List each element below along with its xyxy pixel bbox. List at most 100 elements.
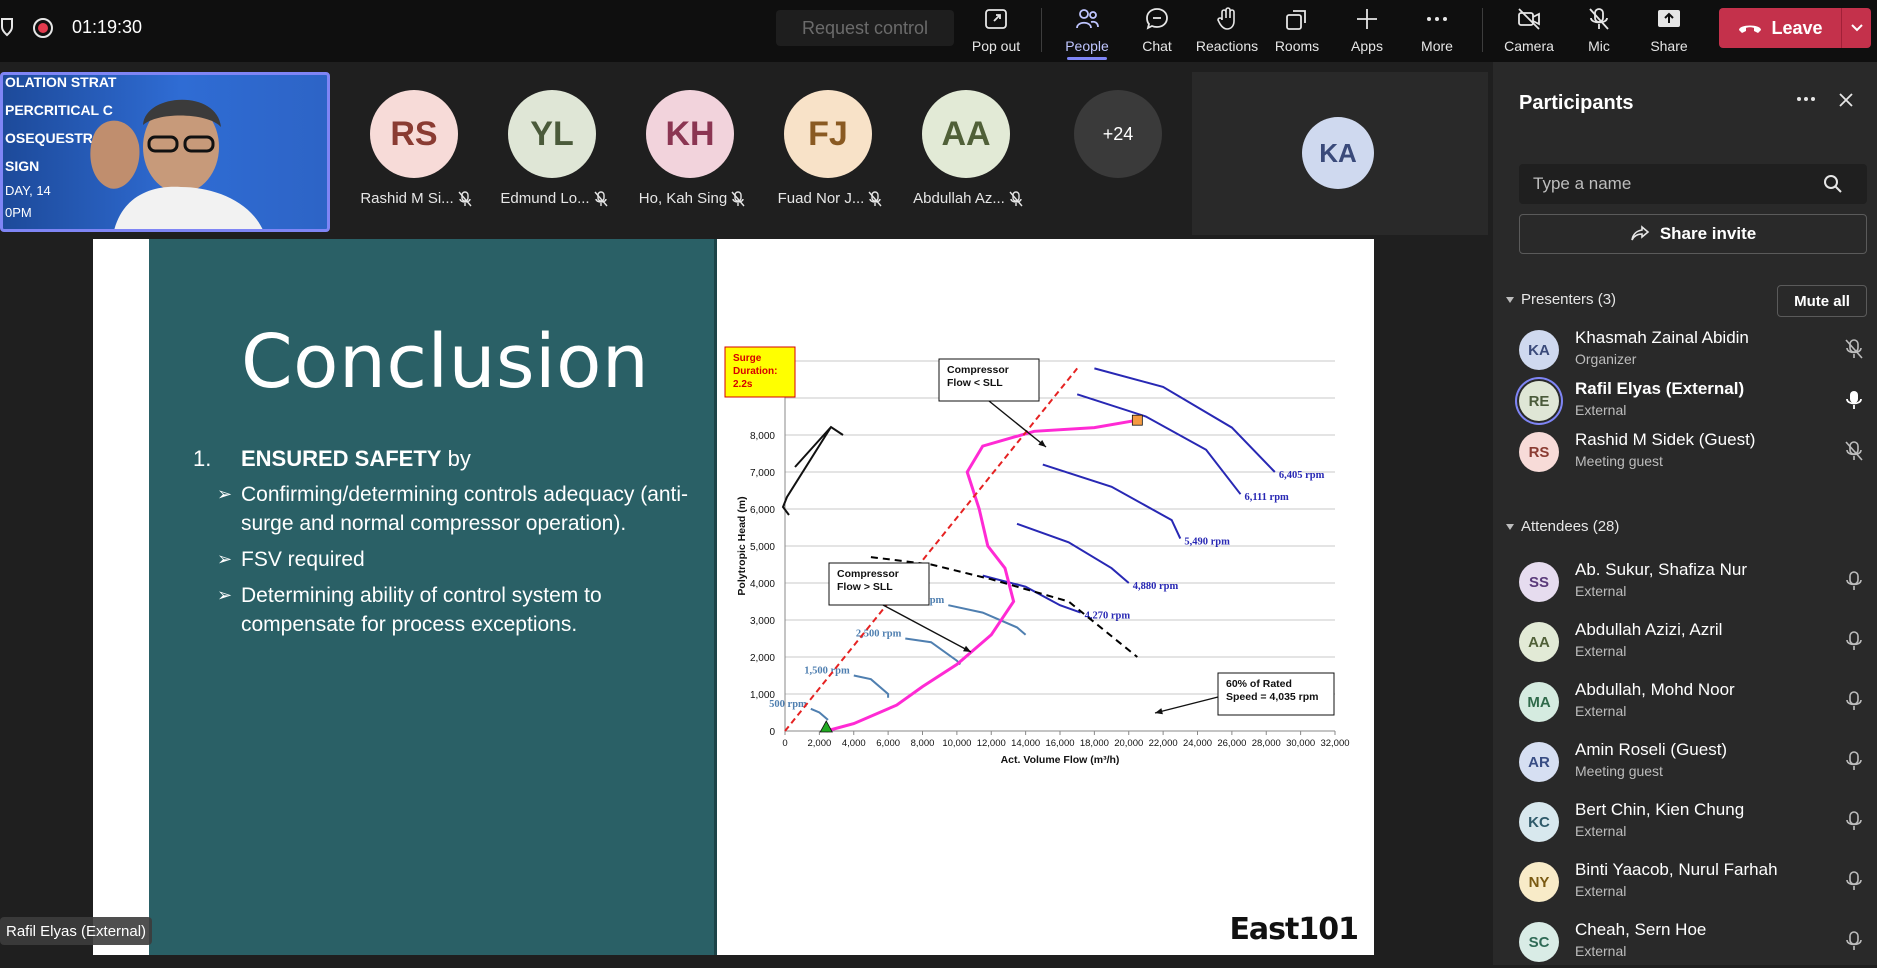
leave-button[interactable]: Leave [1719, 8, 1871, 48]
gallery-tile[interactable]: AA Abdullah Az... [906, 90, 1026, 207]
gallery-tile[interactable]: RS Rashid M Si... [354, 90, 474, 207]
chat-button[interactable]: Chat [1123, 4, 1191, 58]
more-label: More [1421, 38, 1453, 54]
speaker-video[interactable]: OLATION STRAT PERCRITICAL C OSEQUESTRAT … [0, 72, 330, 232]
participant-role: Organizer [1575, 351, 1637, 367]
request-control-button[interactable]: Request control [776, 10, 954, 46]
people-button[interactable]: People [1053, 4, 1121, 60]
speed-curve-label: 500 rpm [769, 699, 807, 710]
camera-button[interactable]: Camera [1495, 4, 1563, 58]
speed-curve [982, 574, 1081, 614]
caret-down-icon [1506, 523, 1514, 530]
people-label: People [1065, 38, 1109, 54]
more-options-icon[interactable] [1796, 96, 1816, 102]
svg-text:SIGN: SIGN [5, 158, 39, 174]
toolbar-divider [1482, 8, 1483, 52]
annotation-arrow [1154, 696, 1219, 714]
share-invite-button[interactable]: Share invite [1519, 214, 1867, 254]
reactions-button[interactable]: Reactions [1193, 4, 1261, 58]
mic-off-icon[interactable] [1843, 338, 1865, 360]
slide-title: Conclusion [241, 319, 650, 405]
mic-icon[interactable] [1843, 389, 1865, 411]
participant-name: Abdullah, Mohd Noor [1575, 680, 1735, 699]
mic-disabled-icon[interactable] [1843, 690, 1865, 712]
participant-row[interactable]: AR Amin Roseli (Guest) Meeting guest [1519, 738, 1869, 788]
mic-disabled-icon[interactable] [1843, 810, 1865, 832]
leave-options-dropdown[interactable] [1842, 23, 1871, 33]
more-button[interactable]: More [1403, 4, 1471, 58]
participant-row[interactable]: MA Abdullah, Mohd Noor External [1519, 678, 1869, 728]
avatar: NY [1519, 862, 1559, 902]
mic-disabled-icon[interactable] [1843, 750, 1865, 772]
share-label: Share [1650, 38, 1688, 54]
avatar: KC [1519, 802, 1559, 842]
annotation-text: Flow > SLL [837, 581, 893, 593]
participant-row[interactable]: KC Bert Chin, Kien Chung External [1519, 798, 1869, 848]
phone-hangup-icon [1739, 25, 1762, 33]
east101-logo: East101 [1229, 912, 1359, 947]
shield-icon [0, 17, 14, 37]
avatar: MA [1519, 682, 1559, 722]
participants-panel: Participants Share invite Presenters (3)… [1493, 62, 1877, 965]
y-tick-label: 4,000 [750, 579, 775, 590]
mic-button[interactable]: Mic [1565, 4, 1633, 58]
x-tick-label: 26,000 [1217, 738, 1246, 749]
people-icon [1076, 9, 1099, 29]
caret-down-icon [1506, 296, 1514, 303]
avatar: KA [1519, 330, 1559, 370]
slide-subitem: FSV required [217, 545, 713, 574]
participant-row[interactable]: RE Rafil Elyas (External) External [1519, 377, 1869, 427]
speaker-tile-ka[interactable]: KA [1192, 72, 1488, 235]
camera-label: Camera [1504, 38, 1554, 54]
participant-role: External [1575, 823, 1627, 839]
mic-off-icon[interactable] [1843, 440, 1865, 462]
gallery-tile[interactable]: KH Ho, Kah Sing [630, 90, 750, 207]
presenters-section-header[interactable]: Presenters (3) [1505, 291, 1616, 308]
plus-icon [1357, 9, 1377, 29]
speed-curve-label: 4,880 rpm [1133, 581, 1179, 592]
avatar: SS [1519, 562, 1559, 602]
mic-off-icon [1009, 190, 1023, 206]
mic-disabled-icon[interactable] [1843, 870, 1865, 892]
attendees-section-header[interactable]: Attendees (28) [1505, 518, 1619, 535]
search-icon[interactable] [1823, 174, 1843, 194]
participant-role: External [1575, 583, 1627, 599]
mic-disabled-icon[interactable] [1843, 630, 1865, 652]
annotation-text: Compressor [947, 364, 1009, 376]
x-tick-label: 32,000 [1320, 738, 1349, 749]
participant-row[interactable]: SC Cheah, Sern Hoe External [1519, 918, 1869, 968]
mic-disabled-icon[interactable] [1843, 570, 1865, 592]
avatar: KA [1302, 117, 1374, 189]
pop-out-button[interactable]: Pop out [962, 4, 1030, 58]
close-icon[interactable] [1838, 92, 1854, 108]
participant-row[interactable]: NY Binti Yaacob, Nurul Farhah External [1519, 858, 1869, 908]
gallery-tile[interactable]: FJ Fuad Nor J... [768, 90, 888, 207]
mic-off-icon [868, 190, 882, 206]
mic-disabled-icon[interactable] [1843, 930, 1865, 952]
avatar: FJ [784, 90, 872, 178]
rooms-button[interactable]: Rooms [1263, 4, 1331, 58]
participant-search-input[interactable] [1533, 174, 1823, 194]
avatar: AR [1519, 742, 1559, 782]
gallery-tile[interactable]: YL Edmund Lo... [492, 90, 612, 207]
x-tick-label: 10,000 [942, 738, 971, 749]
svg-text:DAY, 14: DAY, 14 [5, 183, 51, 198]
overflow-tile[interactable]: +24 [1058, 90, 1178, 178]
mute-all-button[interactable]: Mute all [1777, 285, 1867, 317]
svg-text:PERCRITICAL C: PERCRITICAL C [5, 102, 113, 118]
apps-button[interactable]: Apps [1333, 4, 1401, 58]
x-tick-label: 14,000 [1011, 738, 1040, 749]
x-tick-label: 2,000 [807, 738, 831, 749]
participant-row[interactable]: KA Khasmah Zainal Abidin Organizer [1519, 326, 1869, 376]
share-button[interactable]: Share [1635, 4, 1703, 58]
participant-row[interactable]: RS Rashid M Sidek (Guest) Meeting guest [1519, 428, 1869, 478]
avatar: RE [1519, 381, 1559, 421]
participant-row[interactable]: SS Ab. Sukur, Shafiza Nur External [1519, 558, 1869, 608]
item-heading: ENSURED SAFETY [241, 446, 442, 471]
speed-curve-label: 5,490 rpm [1184, 537, 1230, 548]
shared-slide: Conclusion 1. ENSURED SAFETY by Confirmin… [93, 239, 1374, 955]
x-tick-label: 0 [782, 738, 787, 749]
reactions-label: Reactions [1195, 38, 1259, 54]
participant-row[interactable]: AA Abdullah Azizi, Azril External [1519, 618, 1869, 668]
y-axis-label: Polytropic Head (m) [736, 496, 748, 595]
